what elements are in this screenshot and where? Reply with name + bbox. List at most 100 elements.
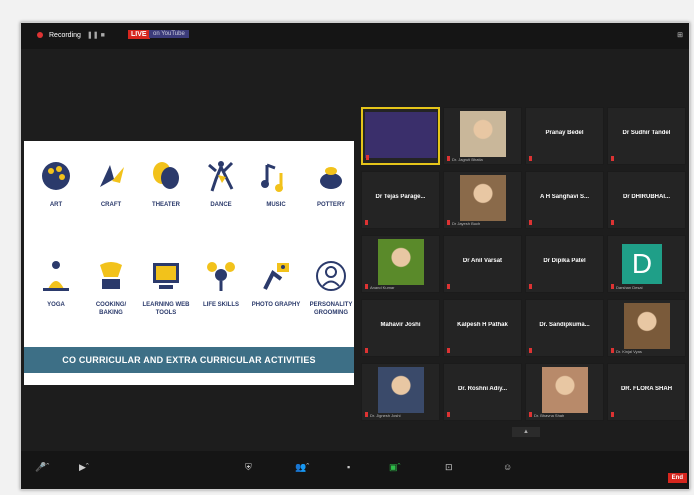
participant-tile[interactable]: DR. FLORA SHAH — [607, 363, 686, 421]
activity-item: LEARNING WEB TOOLS — [139, 259, 193, 317]
activity-item: THEATER — [139, 159, 193, 209]
activity-label: LEARNING WEB TOOLS — [142, 302, 190, 316]
participant-tile[interactable]: A H Sanghavi S... — [525, 171, 604, 229]
activity-item: PERSONALITY GROOMING — [304, 259, 358, 317]
personality-icon — [314, 259, 348, 293]
live-badge[interactable]: LIVE — [128, 30, 150, 39]
participant-tile[interactable]: Dr. Kinjal Vyas — [607, 299, 686, 357]
pottery-icon — [314, 159, 348, 193]
muted-mic-icon — [447, 284, 450, 289]
muted-mic-icon — [529, 412, 532, 417]
participant-tile[interactable] — [361, 107, 440, 165]
share-screen-icon[interactable]: ▣ˆ — [389, 462, 401, 476]
muted-mic-icon — [611, 412, 614, 417]
participant-tile[interactable]: Kalpesh H Pathak — [443, 299, 522, 357]
participant-caption: Dr. Kinjal Vyas — [616, 349, 642, 354]
participant-tile[interactable]: Dr Anil Varsat — [443, 235, 522, 293]
participant-tile[interactable]: Dr. Roshni Adiy... — [443, 363, 522, 421]
view-button[interactable]: ⊞ — [677, 31, 683, 39]
muted-mic-icon — [529, 348, 532, 353]
participant-name: Dr. Roshni Adiy... — [457, 386, 507, 392]
video-camera-icon[interactable]: ▶ˆ — [79, 462, 89, 476]
activity-item: CRAFT — [84, 159, 138, 209]
participant-tile[interactable]: Dr Tejas Parage... — [361, 171, 440, 229]
security-icon[interactable]: ⛨ — [245, 462, 252, 476]
participant-name: Dr Sudhir Tandel — [622, 130, 671, 136]
activity-label: POTTERY — [316, 202, 346, 208]
participant-video — [460, 175, 506, 221]
participant-tile[interactable]: Dr Sudhir Tandel — [607, 107, 686, 165]
grid-view-icon: ⊞ — [677, 32, 683, 39]
record-icon[interactable]: ⊡ — [445, 462, 453, 476]
muted-mic-icon — [529, 284, 532, 289]
participant-tile[interactable]: Anand Kumar — [361, 235, 440, 293]
participant-tile[interactable]: D Darshan Desai — [607, 235, 686, 293]
activity-item: COOKING/ BAKING — [84, 259, 138, 317]
dancer-icon — [204, 159, 238, 193]
activity-item: DANCE — [194, 159, 248, 209]
muted-mic-icon — [611, 284, 614, 289]
activity-label: COOKING/ BAKING — [95, 302, 127, 316]
muted-mic-icon — [529, 220, 532, 225]
chat-icon[interactable]: ▪ — [347, 462, 350, 476]
muted-mic-icon — [365, 348, 368, 353]
activity-item: PHOTO GRAPHY — [249, 259, 303, 309]
recording-indicator: Recording ❚❚ ■ — [37, 31, 105, 39]
craft-icon — [94, 159, 128, 193]
activity-item: LIFE SKILLS — [194, 259, 248, 309]
participant-caption: Dr. Bhavna Shah — [534, 413, 565, 418]
pause-icon[interactable]: ❚❚ ■ — [87, 31, 105, 39]
top-bar: Recording ❚❚ ■ LIVE on YouTube ⊞ — [21, 23, 689, 49]
participant-tile[interactable]: Mahavir Joshi — [361, 299, 440, 357]
participant-tile[interactable]: Dr DHIRUBHAI... — [607, 171, 686, 229]
muted-mic-icon — [365, 284, 368, 289]
live-status[interactable]: on YouTube — [149, 30, 189, 38]
muted-mic-icon — [611, 348, 614, 353]
life-skills-icon — [204, 259, 238, 293]
activity-label: MUSIC — [266, 202, 286, 208]
reactions-icon[interactable]: ☺ — [503, 462, 512, 476]
muted-mic-icon — [611, 156, 614, 161]
participant-tile[interactable]: Dr. Bhavna Shah — [525, 363, 604, 421]
recording-label: Recording — [49, 31, 81, 39]
muted-mic-icon — [447, 156, 450, 161]
muted-mic-icon — [529, 156, 532, 161]
participant-caption: Dr. Jignesh Joshi — [370, 413, 401, 418]
activity-item: ART — [29, 159, 83, 209]
participant-tile[interactable]: Dr. Jignesh Joshi — [361, 363, 440, 421]
participant-tile[interactable]: Dr. Jagruti Bhatia — [443, 107, 522, 165]
participant-video — [460, 111, 506, 157]
participant-caption: Darshan Desai — [616, 285, 643, 290]
participant-name: A H Sanghavi S... — [539, 194, 590, 200]
participant-name: DR. FLORA SHAH — [620, 386, 673, 392]
activity-label: THEATER — [152, 202, 180, 208]
activity-label: PHOTO GRAPHY — [251, 302, 301, 308]
participant-tile[interactable]: Dr Jayesh Buch — [443, 171, 522, 229]
participant-name: Dr. Sandipkuma... — [539, 322, 590, 328]
participant-tile[interactable]: Dr. Sandipkuma... — [525, 299, 604, 357]
participant-tile[interactable]: Pranay Bedel — [525, 107, 604, 165]
shared-slide: ART CRAFT THEATER DANCE MUSIC POTTERY YOGA COOK… — [24, 141, 354, 385]
activity-label: CRAFT — [100, 202, 122, 208]
muted-mic-icon — [365, 412, 368, 417]
muted-mic-icon — [611, 220, 614, 225]
participant-name: Dr Dipika Patel — [543, 258, 586, 264]
activity-item: YOGA — [29, 259, 83, 309]
slide-banner: CO CURRICULAR AND EXTRA CURRICULAR ACTIV… — [24, 347, 354, 373]
meeting-window: Recording ❚❚ ■ LIVE on YouTube ⊞ ART CRAF… — [20, 22, 690, 490]
yoga-icon — [39, 259, 73, 293]
end-meeting-button[interactable]: End — [667, 473, 687, 483]
participant-caption: Anand Kumar — [370, 285, 395, 290]
participant-video — [542, 367, 588, 413]
muted-mic-icon — [447, 412, 450, 417]
mute-mic-icon[interactable]: 🎤ˆ — [35, 462, 49, 476]
participant-name: Kalpesh H Pathak — [457, 322, 508, 328]
record-dot-icon — [37, 32, 43, 38]
gallery-page-indicator[interactable]: ▲ — [512, 427, 540, 437]
muted-mic-icon — [366, 155, 369, 160]
theater-masks-icon — [149, 159, 183, 193]
cooking-icon — [94, 259, 128, 293]
participants-icon[interactable]: 👥ˆ — [295, 462, 309, 476]
participant-tile[interactable]: Dr Dipika Patel — [525, 235, 604, 293]
participant-name: Pranay Bedel — [545, 130, 584, 136]
